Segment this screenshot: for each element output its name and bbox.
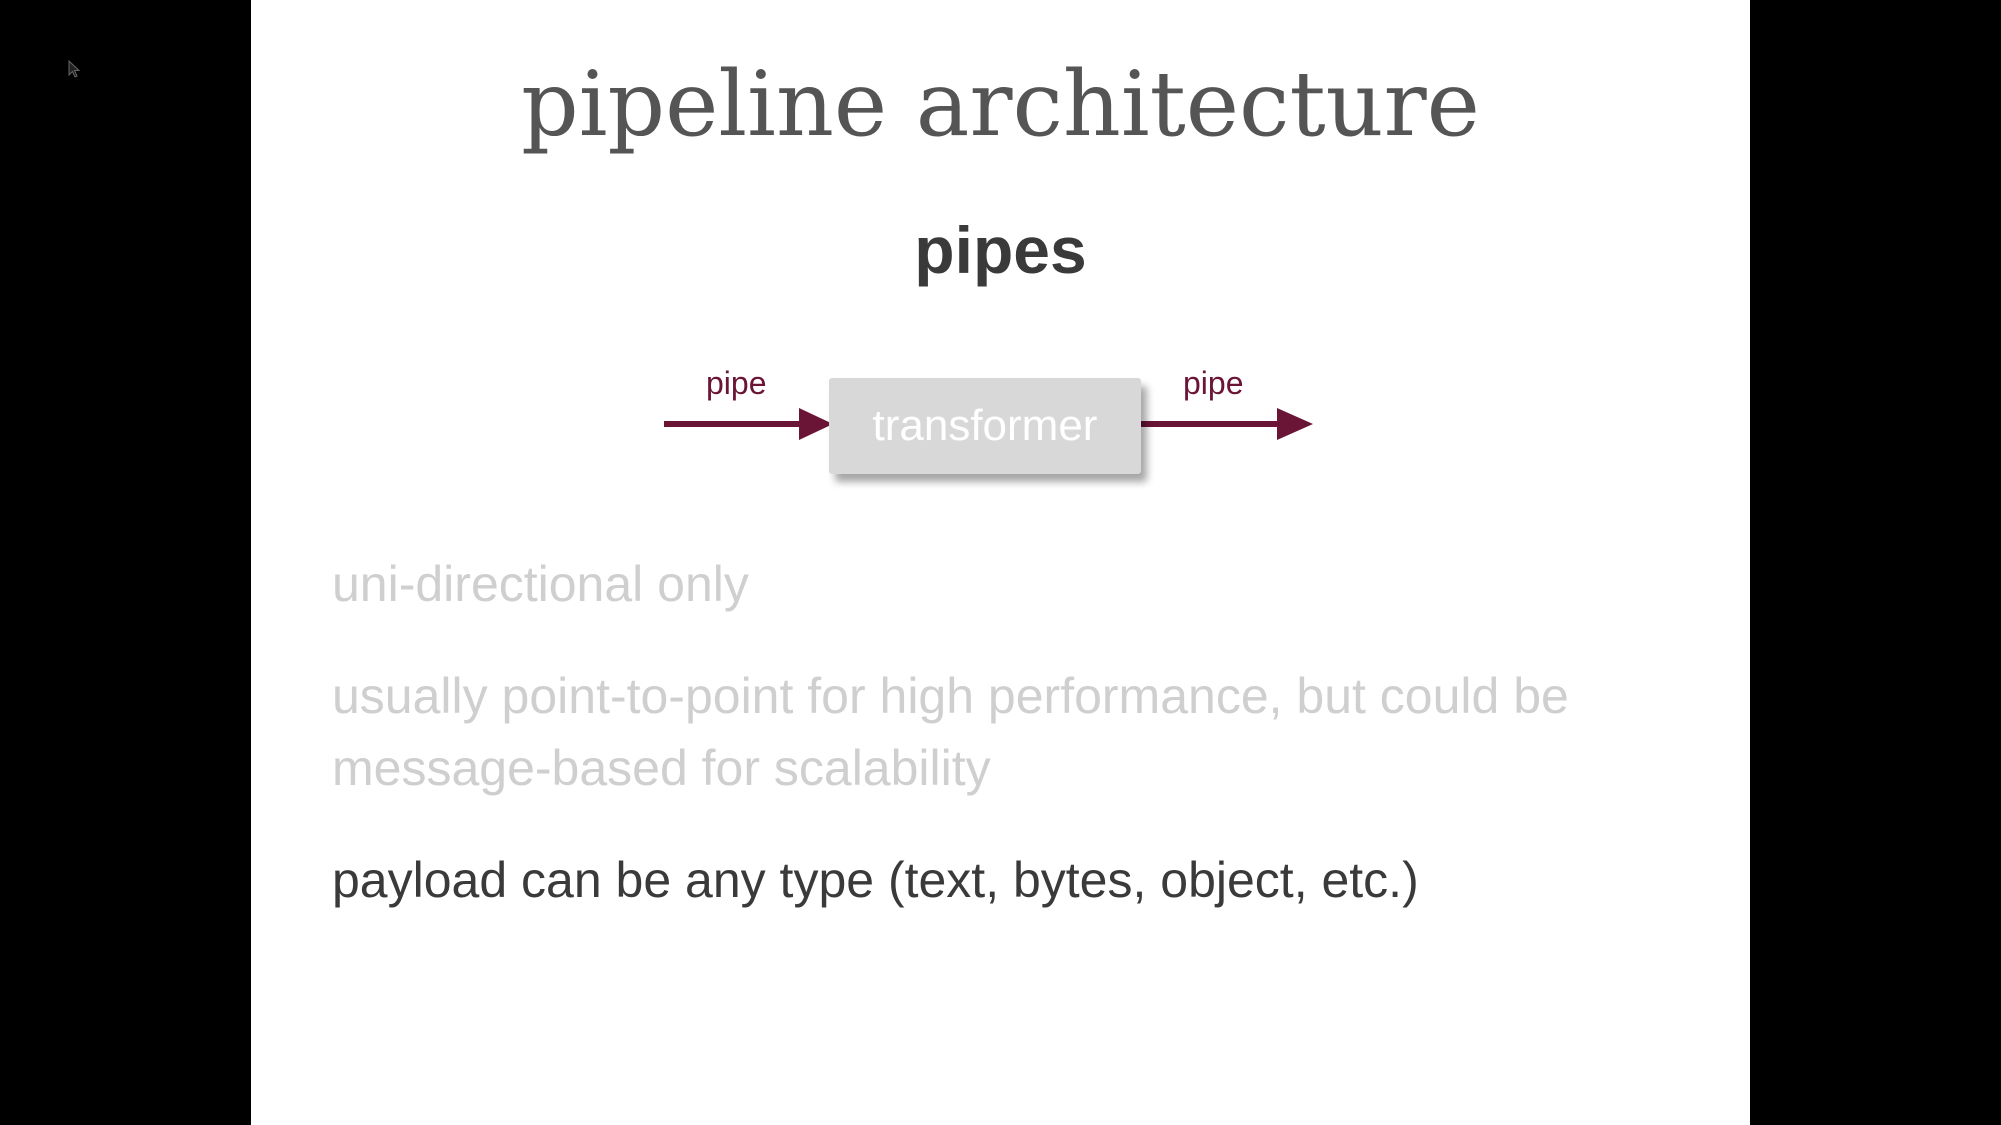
slide-subtitle: pipes (914, 213, 1087, 287)
slide-title: pipeline architecture (521, 52, 1480, 157)
mouse-pointer-icon (68, 60, 81, 78)
left-pipe-label: pipe (706, 365, 767, 401)
pipe-diagram: pipe transformer pipe (251, 350, 1750, 500)
bullet-item: payload can be any type (text, bytes, ob… (332, 852, 1419, 908)
presentation-slide: pipeline architecture pipes pipe transfo… (251, 0, 1750, 1125)
bullet-item: usually point-to-point for high performa… (332, 668, 1569, 796)
right-pipe-label: pipe (1183, 365, 1244, 401)
bullet-item: uni-directional only (332, 556, 749, 612)
video-frame: pipeline architecture pipes pipe transfo… (0, 0, 2001, 1125)
transformer-box: transformer (829, 378, 1141, 474)
right-pipe-arrow (1141, 408, 1313, 440)
left-pipe-arrow (664, 408, 833, 440)
bullet-list: uni-directional only usually point-to-po… (332, 548, 1662, 956)
